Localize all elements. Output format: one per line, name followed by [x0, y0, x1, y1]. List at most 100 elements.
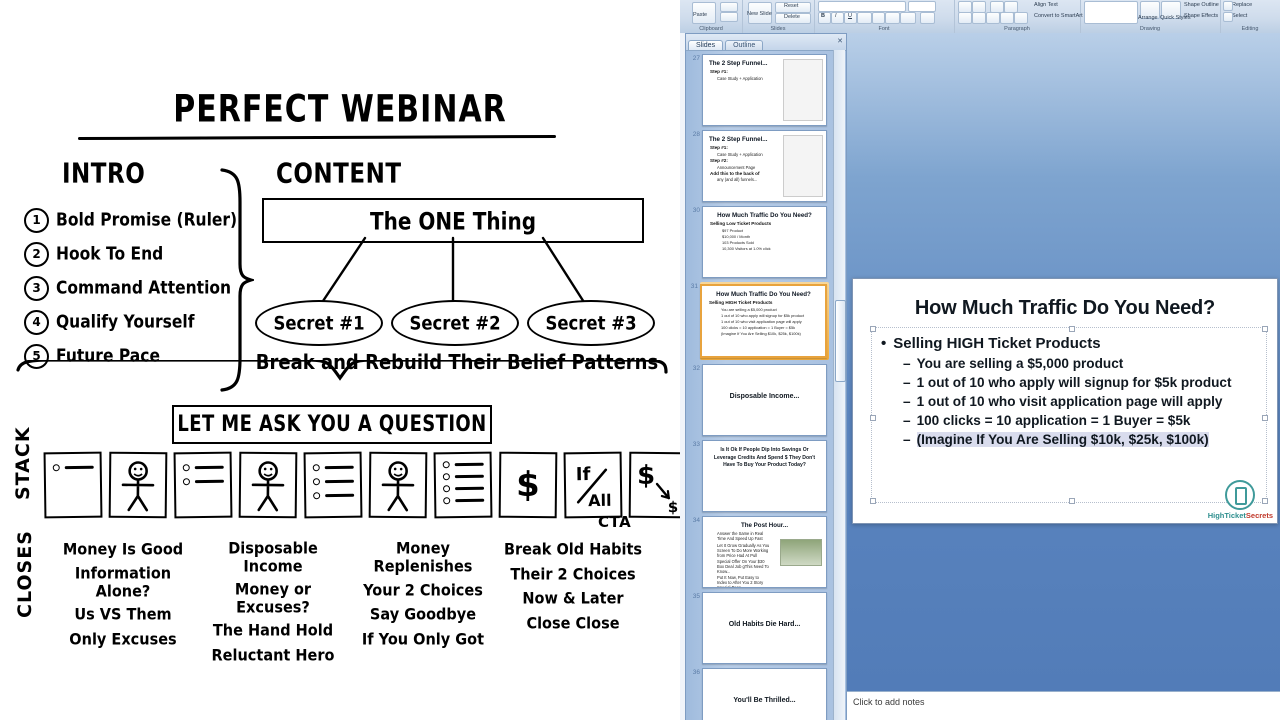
tab-outline[interactable]: Outline	[725, 40, 764, 50]
slide-number: 35	[692, 593, 700, 600]
character-spacing-button[interactable]	[885, 12, 900, 24]
thumb-image	[783, 59, 823, 121]
thumb-line: 100 clicks = 10 application = 1 Buyer = …	[721, 325, 796, 331]
slide-number: 31	[690, 283, 698, 290]
stick-figure-icon	[121, 461, 155, 512]
closes-item: Money Is Good	[62, 541, 184, 559]
align-center-button[interactable]	[972, 12, 986, 24]
svg-text:All: All	[588, 491, 612, 510]
replace-icon[interactable]	[1223, 1, 1233, 11]
italic-button[interactable]	[831, 12, 844, 24]
bullet-marker: •	[881, 335, 887, 352]
secret-label: Secret #2	[409, 312, 501, 334]
strikethrough-button[interactable]	[857, 12, 872, 24]
slide-number: 36	[692, 669, 700, 676]
stack-card-stick-figure	[108, 451, 168, 519]
thumb-line: Put It Now, Put Easy to Index to After Y…	[717, 575, 764, 588]
font-name-combo[interactable]	[818, 1, 906, 12]
closes-item: Close Close	[526, 614, 620, 633]
closes-item: The Hand Hold	[212, 622, 334, 640]
thumb-line: 1 out of 10 who visit application page w…	[721, 318, 802, 324]
closes-grid: Money Is Good Information Alone? Us VS T…	[48, 540, 648, 672]
logo-text: HighTicketSecrets	[1208, 511, 1273, 520]
intro-number: 1	[24, 207, 49, 233]
stack-label: STACK	[12, 426, 34, 500]
closes-column-2: Disposable Income Money or Excuses? The …	[198, 540, 348, 672]
shapes-gallery[interactable]	[1084, 1, 1138, 24]
thumb-photo	[780, 539, 822, 566]
ribbon-group-drawing: Arrange Quick Styles Shape Outline Shape…	[1080, 0, 1221, 33]
thumb-line: 10,300 Visitors at 1.0% click	[722, 246, 771, 252]
align-left-button[interactable]	[958, 12, 972, 24]
thumbnail-slide-33[interactable]: 33 Is It Ok If People Dip Into Savings O…	[693, 440, 827, 512]
svg-text:$: $	[637, 461, 655, 491]
logo-text-b: Secrets	[1245, 511, 1273, 520]
scrollbar-thumb[interactable]	[835, 300, 846, 382]
intro-label: Qualify Yourself	[56, 311, 195, 333]
thumbnail-scrollbar[interactable]	[833, 50, 846, 720]
close-pane-icon[interactable]: ✕	[837, 37, 843, 45]
thumb-line: Selling Low Ticket Products	[710, 221, 772, 227]
slide-title[interactable]: How Much Traffic Do You Need?	[863, 297, 1267, 320]
powerpoint-window: Paste Clipboard New Slide Reset Delete S…	[680, 0, 1280, 720]
secret-label: Secret #3	[545, 312, 637, 334]
copy-button[interactable]	[720, 12, 738, 22]
bullet-text: You are selling a $5,000 product	[916, 356, 1124, 371]
columns-button[interactable]	[1014, 12, 1028, 24]
thumbnail-slide-28[interactable]: 28 The 2 Step Funnel... Step #1: Case St…	[693, 130, 827, 202]
bullet-text: 1 out of 10 who visit application page w…	[916, 394, 1223, 409]
thumbnail-list[interactable]: 27 The 2 Step Funnel... Step #1: Case St…	[686, 50, 833, 720]
thumb-line: Let It Grow Gradually As You Screen To D…	[717, 542, 770, 558]
align-right-button[interactable]	[986, 12, 1000, 24]
bullet-text: (Imagine If You Are Selling $10k, $25k, …	[916, 432, 1209, 447]
closes-item: Reluctant Hero	[211, 646, 335, 665]
dollar-icon: $	[515, 464, 541, 506]
shadow-button[interactable]	[872, 12, 885, 24]
thumbnail-slide-30[interactable]: 30 How Much Traffic Do You Need? Selling…	[693, 206, 827, 278]
closes-item: Money or Excuses?	[234, 580, 312, 617]
thumbnail-slide-32[interactable]: 32 Disposable Income...	[693, 364, 827, 436]
current-slide[interactable]: How Much Traffic Do You Need? • Selling …	[852, 278, 1278, 524]
change-case-button[interactable]	[900, 12, 916, 24]
cta-label: CTA	[598, 513, 632, 531]
font-size-combo[interactable]	[908, 1, 936, 12]
thumbnail-slide-34[interactable]: 34 The Post Hour... Answer the Same in R…	[693, 516, 827, 588]
closes-item: Only Excuses	[69, 630, 177, 649]
thumbnail-slide-35[interactable]: 35 Old Habits Die Hard...	[693, 592, 827, 664]
thumb-line: Case Study + Application	[717, 151, 763, 157]
justify-button[interactable]	[1000, 12, 1014, 24]
closes-item: Say Goodbye	[369, 606, 477, 624]
thumbnail-slide-27[interactable]: 27 The 2 Step Funnel... Step #1: Case St…	[693, 54, 827, 126]
ribbon-group-font: B I U Font	[814, 0, 955, 33]
intro-number: 4	[24, 309, 49, 335]
bullet-level1: • Selling HIGH Ticket Products	[881, 335, 1263, 352]
stick-figure-icon	[381, 461, 415, 512]
closes-column-3: Money Replenishes Your 2 Choices Say Goo…	[348, 540, 498, 672]
thumbnail-slide-36[interactable]: 36 You'll Be Thrilled...	[693, 668, 827, 720]
tab-slides[interactable]: Slides	[688, 40, 724, 50]
thumb-line: Special Offer On Your $30 Box Deal Job g…	[717, 558, 769, 574]
font-color-button[interactable]	[920, 12, 935, 24]
intro-label: Command Attention	[56, 277, 232, 299]
dash-marker: –	[903, 394, 911, 409]
bullet-level2-highlighted: – (Imagine If You Are Selling $10k, $25k…	[903, 432, 1263, 447]
slide-body[interactable]: • Selling HIGH Ticket Products – You are…	[881, 335, 1263, 451]
dollar-arrow-dollar-icon: $ $	[637, 461, 679, 516]
thumb-line: Case Study + Application	[717, 75, 763, 81]
ribbon-group-slides: New Slide Reset Delete Slides	[742, 0, 815, 33]
thumb-logo-icon	[811, 575, 822, 584]
stack-card-four-bullets	[433, 451, 493, 519]
select-icon[interactable]	[1223, 12, 1233, 22]
secret-label: Secret #1	[273, 312, 365, 334]
closes-item: Us VS Them	[74, 606, 172, 624]
stack-card-two-bullets	[173, 451, 233, 519]
thumbnail-tabs: Slides Outline ✕	[686, 34, 846, 51]
cut-button[interactable]	[720, 2, 738, 12]
closes-item: Their 2 Choices	[510, 565, 636, 584]
thumb-title: How Much Traffic Do You Need?	[717, 212, 812, 219]
thumbnail-slide-31[interactable]: 31 How Much Traffic Do You Need? Selling…	[691, 282, 829, 360]
notes-pane[interactable]: Click to add notes	[847, 691, 1280, 720]
thumb-title: The Post Hour...	[740, 522, 789, 529]
bullet-text: 1 out of 10 who apply will signup for $5…	[916, 375, 1232, 390]
svg-text:$: $	[668, 498, 679, 516]
